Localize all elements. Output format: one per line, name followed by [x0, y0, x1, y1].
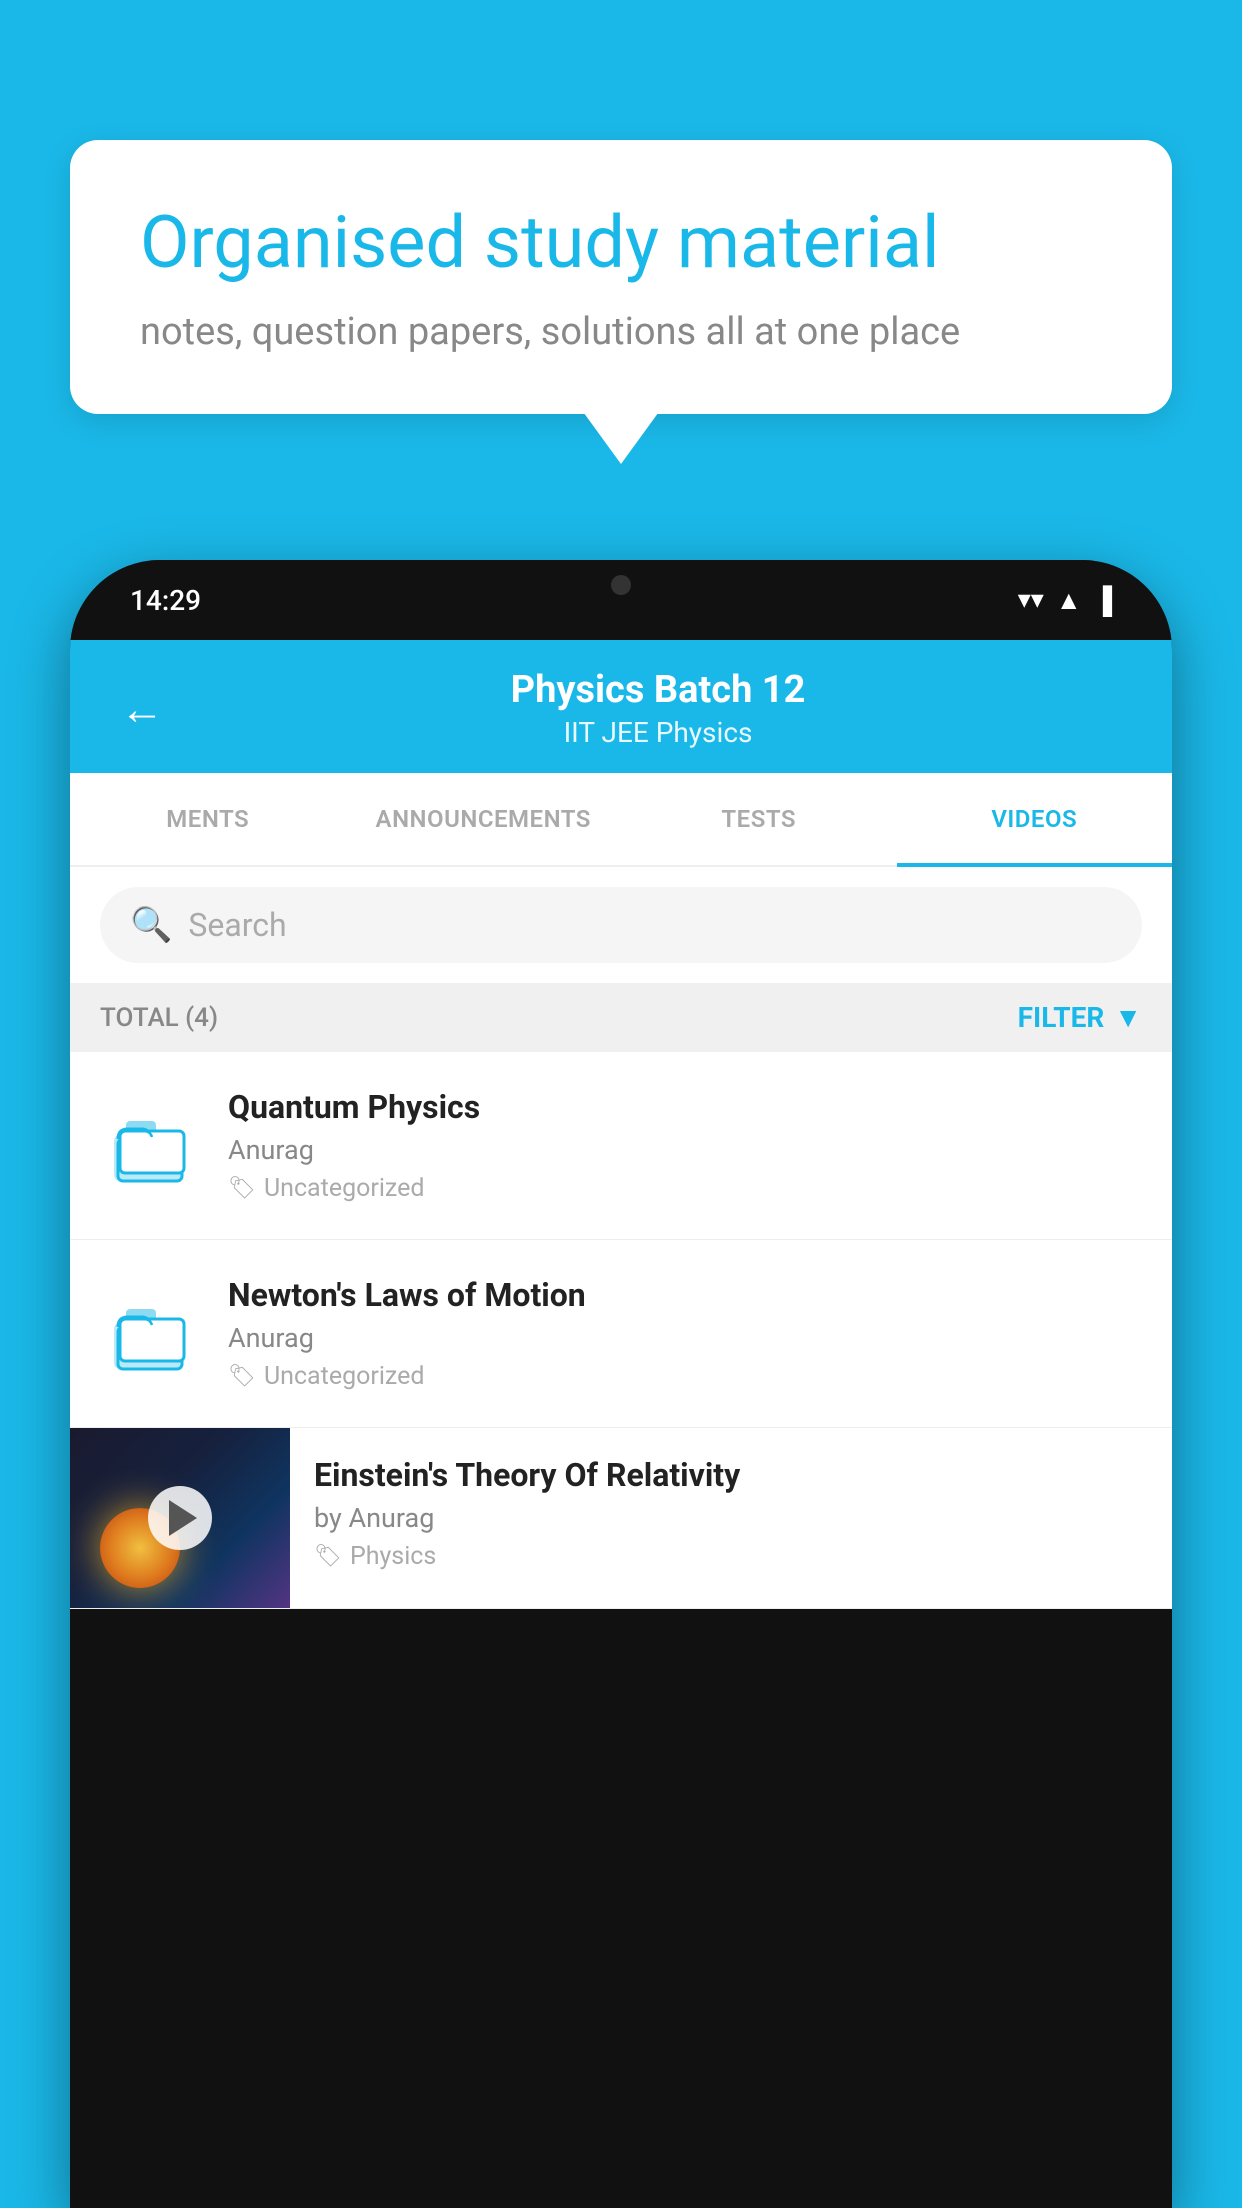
video-tag-3: 🏷 Physics [314, 1542, 1148, 1571]
search-input[interactable]: Search [188, 906, 286, 944]
list-item[interactable]: Quantum Physics Anurag 🏷 Uncategorized [70, 1052, 1172, 1240]
status-icons: ▾▾ ▲ ▐ [1018, 585, 1112, 616]
header-subtitle: IIT JEE Physics [194, 716, 1122, 749]
play-icon [169, 1500, 197, 1536]
search-container: 🔍 Search [70, 867, 1172, 983]
video-title-3: Einstein's Theory Of Relativity [314, 1456, 1148, 1494]
video-thumbnail-3 [70, 1428, 290, 1608]
list-item[interactable]: Newton's Laws of Motion Anurag 🏷 Uncateg… [70, 1240, 1172, 1428]
play-button[interactable] [148, 1486, 212, 1550]
video-info-1: Quantum Physics Anurag 🏷 Uncategorized [228, 1088, 1142, 1203]
list-item[interactable]: Einstein's Theory Of Relativity by Anura… [70, 1428, 1172, 1609]
tabs-bar: MENTS ANNOUNCEMENTS TESTS VIDEOS [70, 773, 1172, 867]
speech-bubble: Organised study material notes, question… [70, 140, 1172, 414]
video-tag-2: 🏷 Uncategorized [228, 1362, 1142, 1391]
tag-icon-1: 🏷 [228, 1176, 256, 1201]
folder-icon-1 [100, 1098, 200, 1198]
header-title: Physics Batch 12 [194, 668, 1122, 712]
filter-label: FILTER [1018, 1001, 1105, 1034]
battery-icon: ▐ [1094, 585, 1112, 616]
back-button[interactable]: ← [120, 683, 164, 735]
camera-dot [611, 575, 631, 595]
video-title-1: Quantum Physics [228, 1088, 1142, 1126]
video-author-3: by Anurag [314, 1502, 1148, 1534]
filter-bar: TOTAL (4) FILTER ▼ [70, 983, 1172, 1052]
total-label: TOTAL (4) [100, 1003, 218, 1033]
search-bar[interactable]: 🔍 Search [100, 887, 1142, 963]
tab-announcements[interactable]: ANNOUNCEMENTS [346, 773, 622, 865]
filter-button[interactable]: FILTER ▼ [1018, 1001, 1142, 1034]
filter-icon: ▼ [1114, 1001, 1142, 1034]
folder-icon-2 [100, 1286, 200, 1386]
tag-icon-2: 🏷 [228, 1364, 256, 1389]
bubble-subtitle: notes, question papers, solutions all at… [140, 310, 1102, 354]
video-tag-1: 🏷 Uncategorized [228, 1174, 1142, 1203]
tab-tests[interactable]: TESTS [621, 773, 897, 865]
video-author-2: Anurag [228, 1322, 1142, 1354]
video-info-3: Einstein's Theory Of Relativity by Anura… [290, 1428, 1172, 1599]
tab-videos[interactable]: VIDEOS [897, 773, 1173, 865]
tag-icon-3: 🏷 [314, 1544, 342, 1569]
bubble-title: Organised study material [140, 200, 1102, 286]
status-time: 14:29 [130, 584, 201, 617]
phone-frame: 14:29 ▾▾ ▲ ▐ ← Physics Batch 12 IIT JEE … [70, 560, 1172, 2208]
phone-notch [551, 560, 691, 610]
signal-icon: ▲ [1056, 585, 1082, 616]
wifi-icon: ▾▾ [1018, 585, 1044, 615]
video-info-2: Newton's Laws of Motion Anurag 🏷 Uncateg… [228, 1276, 1142, 1391]
app-header: ← Physics Batch 12 IIT JEE Physics [70, 640, 1172, 773]
tab-ments[interactable]: MENTS [70, 773, 346, 865]
video-author-1: Anurag [228, 1134, 1142, 1166]
content-area: Quantum Physics Anurag 🏷 Uncategorized [70, 1052, 1172, 1609]
status-bar: 14:29 ▾▾ ▲ ▐ [70, 560, 1172, 640]
search-icon: 🔍 [130, 905, 172, 945]
video-title-2: Newton's Laws of Motion [228, 1276, 1142, 1314]
header-title-block: Physics Batch 12 IIT JEE Physics [194, 668, 1122, 749]
